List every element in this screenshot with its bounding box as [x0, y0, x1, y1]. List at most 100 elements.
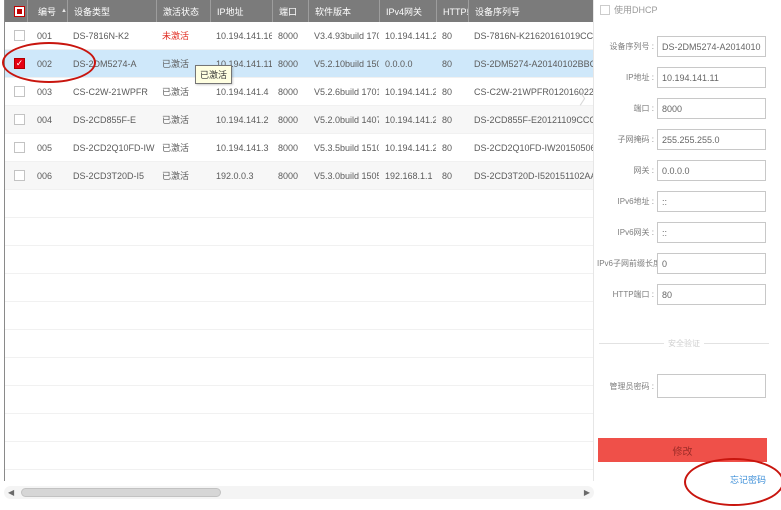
header-ipv4-gateway[interactable]: IPv4网关: [379, 0, 436, 22]
scrollbar-thumb[interactable]: [21, 488, 221, 497]
row-checkbox[interactable]: [14, 30, 25, 41]
dhcp-checkbox[interactable]: [600, 5, 610, 15]
header-ipv4-gateway-label: IPv4网关: [386, 5, 422, 18]
network-parameters-panel: 使用DHCP 设备序列号 : IP地址 : 端口 : 子网掩码 : 网关 : I…: [597, 0, 781, 510]
row-http-port: 80: [436, 134, 468, 161]
security-verification-label: 安全验证: [664, 338, 704, 349]
header-ip-address[interactable]: IP地址: [210, 0, 272, 22]
ipv6-gateway-input[interactable]: [657, 222, 766, 243]
row-device-serial: DS-2DM5274-A20140102BBCH: [468, 50, 593, 77]
form-field-row: 子网掩码 :: [597, 129, 769, 150]
scroll-left-arrow-icon[interactable]: ◀: [8, 487, 14, 498]
table-row[interactable]: 004 DS-2CD855F-E 已激活 10.194.141.2 8000 V…: [5, 106, 593, 134]
row-ip-address: 10.194.141.3: [210, 134, 272, 161]
row-device-type: DS-7816N-K2: [67, 22, 156, 49]
field-label: IPv6子网前缀长度 :: [597, 258, 654, 269]
port-input[interactable]: [657, 98, 766, 119]
select-all-checkbox[interactable]: [14, 6, 25, 17]
scroll-right-arrow-icon[interactable]: ▶: [584, 487, 590, 498]
gateway-input[interactable]: [657, 160, 766, 181]
header-activation-status[interactable]: 激活状态: [156, 0, 210, 22]
row-port: 8000: [272, 22, 308, 49]
row-no: 006: [27, 162, 67, 189]
header-device-type-label: 设备类型: [74, 5, 110, 18]
ip-address-input[interactable]: [657, 67, 766, 88]
row-firmware-version: V5.3.0build 1505...: [308, 162, 379, 189]
row-activation-status: 已激活: [156, 134, 210, 161]
header-select-all-cell: [5, 0, 27, 22]
table-empty-row: [5, 358, 593, 386]
modify-button[interactable]: 修改: [598, 438, 767, 462]
table-row[interactable]: 006 DS-2CD3T20D-I5 已激活 192.0.0.3 8000 V5…: [5, 162, 593, 190]
forgot-password-link[interactable]: 忘记密码: [730, 473, 766, 486]
form-field-row: HTTP端口 :: [597, 284, 769, 305]
header-no-label: 编号: [38, 5, 56, 18]
horizontal-scrollbar[interactable]: ◀ ▶: [4, 486, 594, 499]
header-firmware-version[interactable]: 软件版本: [308, 0, 379, 22]
ipv6-address-input[interactable]: [657, 191, 766, 212]
field-label: 网关 :: [597, 165, 654, 176]
row-checkbox[interactable]: [14, 86, 25, 97]
header-device-serial[interactable]: 设备序列号: [468, 0, 593, 22]
device-table: 编号▲ 设备类型 激活状态 IP地址 端口 软件版本 IPv4网关 HTTP端口…: [4, 0, 594, 481]
row-ip-address: 10.194.141.2: [210, 106, 272, 133]
row-port: 8000: [272, 106, 308, 133]
table-row[interactable]: 001 DS-7816N-K2 未激活 10.194.141.167 8000 …: [5, 22, 593, 50]
row-ipv4-gateway: 10.194.141.254: [379, 134, 436, 161]
form-field-row: 网关 :: [597, 160, 769, 181]
field-label: 子网掩码 :: [597, 134, 654, 145]
row-ip-address: 10.194.141.167: [210, 22, 272, 49]
table-empty-row: [5, 302, 593, 330]
row-activation-status: 已激活: [156, 162, 210, 189]
row-activation-status: 未激活: [156, 22, 210, 49]
row-checkbox[interactable]: ✓: [14, 58, 25, 69]
table-empty-row: [5, 218, 593, 246]
row-no: 005: [27, 134, 67, 161]
subnet-mask-input[interactable]: [657, 129, 766, 150]
row-device-type: DS-2CD2Q10FD-IW: [67, 134, 156, 161]
field-label: IP地址 :: [597, 72, 654, 83]
panel-collapse-chevron-icon[interactable]: 〉: [579, 88, 594, 109]
row-checkbox-cell: [5, 78, 27, 105]
form-field-row: IPv6网关 :: [597, 222, 769, 243]
row-device-serial: DS-2CD855F-E20121109CCC: [468, 106, 593, 133]
row-firmware-version: V3.4.93build 170...: [308, 22, 379, 49]
header-device-serial-label: 设备序列号: [475, 5, 520, 18]
header-activation-status-label: 激活状态: [163, 5, 199, 18]
field-label: HTTP端口 :: [597, 289, 654, 300]
row-http-port: 80: [436, 78, 468, 105]
table-empty-row: [5, 414, 593, 442]
header-http-port[interactable]: HTTP端口: [436, 0, 468, 22]
row-checkbox[interactable]: [14, 114, 25, 125]
row-device-type: CS-C2W-21WPFR: [67, 78, 156, 105]
device-table-header: 编号▲ 设备类型 激活状态 IP地址 端口 软件版本 IPv4网关 HTTP端口…: [5, 0, 593, 22]
row-checkbox-cell: [5, 134, 27, 161]
row-firmware-version: V5.3.5build 1510...: [308, 134, 379, 161]
row-checkbox-cell: ✓: [5, 50, 27, 77]
table-row[interactable]: ✓ 002 DS-2DM5274-A 已激活 10.194.141.11 800…: [5, 50, 593, 78]
row-device-type: DS-2DM5274-A: [67, 50, 156, 77]
row-device-serial: CS-C2W-21WPFR0120160225: [468, 78, 593, 105]
header-http-port-label: HTTP端口: [443, 5, 468, 18]
row-checkbox[interactable]: [14, 142, 25, 153]
header-no[interactable]: 编号▲: [27, 0, 67, 22]
row-firmware-version: V5.2.10build 150...: [308, 50, 379, 77]
table-row[interactable]: 005 DS-2CD2Q10FD-IW 已激活 10.194.141.3 800…: [5, 134, 593, 162]
header-device-type[interactable]: 设备类型: [67, 0, 156, 22]
row-ip-address: 192.0.0.3: [210, 162, 272, 189]
row-device-type: DS-2CD855F-E: [67, 106, 156, 133]
admin-password-row: 管理员密码 :: [597, 374, 769, 398]
row-checkbox[interactable]: [14, 170, 25, 181]
row-firmware-version: V5.2.6build 1701...: [308, 78, 379, 105]
ipv6-prefix-input[interactable]: [657, 253, 766, 274]
checkbox-indeterminate-mark: [17, 9, 22, 14]
header-port-label: 端口: [279, 5, 297, 18]
admin-password-input[interactable]: [657, 374, 766, 398]
device-serial-input[interactable]: [657, 36, 766, 57]
header-port[interactable]: 端口: [272, 0, 308, 22]
row-no: 003: [27, 78, 67, 105]
form-field-row: IPv6子网前缀长度 :: [597, 253, 769, 274]
http-port-input[interactable]: [657, 284, 766, 305]
table-row[interactable]: 003 CS-C2W-21WPFR 已激活 10.194.141.4 8000 …: [5, 78, 593, 106]
table-empty-row: [5, 246, 593, 274]
